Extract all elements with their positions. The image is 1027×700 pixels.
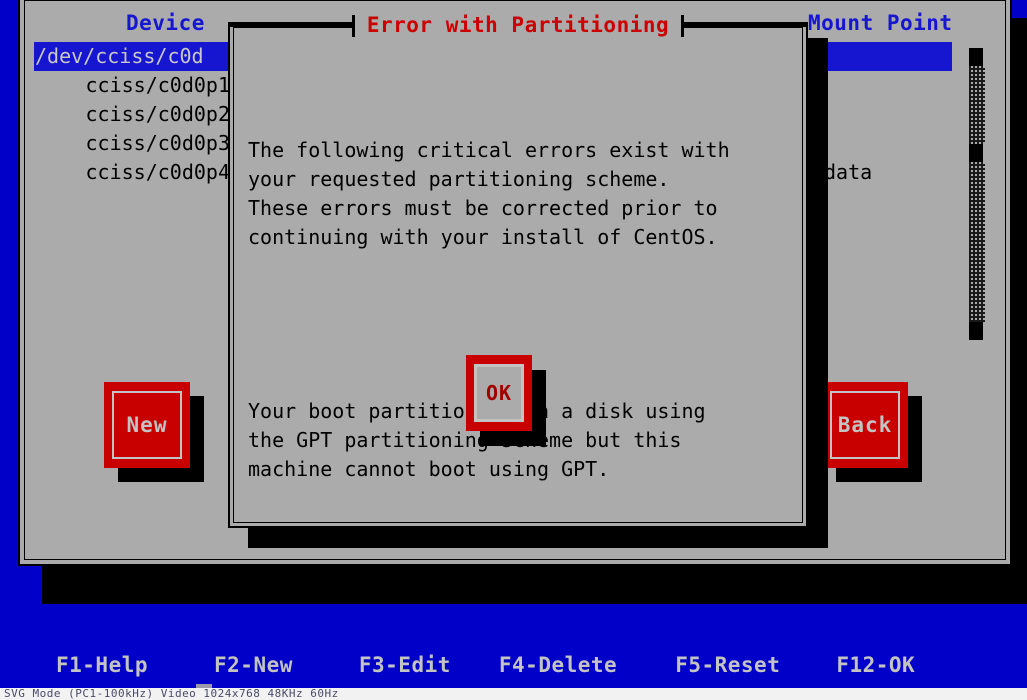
scroll-thumb-icon[interactable] — [969, 144, 983, 162]
back-button-frame: Back — [830, 391, 900, 459]
new-button-label: New — [126, 413, 168, 437]
titlebar-rule-left — [228, 14, 355, 37]
scrollbar-track-lower[interactable] — [969, 162, 985, 322]
device-list-item[interactable]: /dev/cciss/c0d — [34, 42, 232, 71]
error-dialog: The following critical errors exist with… — [228, 22, 808, 528]
monitor-osd-strip: SVG Mode (PC1-100kHz) Video 1024x768 48K… — [0, 688, 1027, 700]
monitor-osd-text: SVG Mode (PC1-100kHz) Video 1024x768 48K… — [4, 688, 339, 700]
error-dialog-body: The following critical errors exist with… — [248, 78, 788, 542]
fkey-f3-edit[interactable]: F3-Edit — [359, 653, 451, 677]
scroll-down-arrow-icon[interactable] — [969, 322, 983, 340]
mount-point-list[interactable]: data — [824, 42, 952, 187]
mount-point-list-item[interactable] — [824, 42, 952, 71]
fkey-f12-ok[interactable]: F12-OK — [836, 653, 915, 677]
titlebar-tick-right — [681, 14, 685, 37]
titlebar-tick-left — [351, 14, 355, 37]
partition-list-scrollbar[interactable] — [969, 48, 985, 360]
mount-point-list-item[interactable] — [824, 129, 952, 158]
device-list[interactable]: /dev/cciss/c0d cciss/c0d0p1 cciss/c0d0p2… — [34, 42, 232, 187]
new-button[interactable]: New — [104, 382, 190, 468]
main-window-shadow-right — [1012, 18, 1027, 574]
device-list-item[interactable]: cciss/c0d0p4 — [34, 158, 232, 187]
column-header-device: Device — [126, 11, 205, 35]
dialog-shadow-right — [808, 38, 828, 544]
fkey-f4-delete[interactable]: F4-Delete — [499, 653, 617, 677]
error-dialog-title: Error with Partitioning — [354, 13, 682, 37]
scrollbar-track-upper[interactable] — [969, 66, 985, 144]
back-button[interactable]: Back — [822, 382, 908, 468]
column-header-mount-point: Mount Point — [808, 11, 953, 35]
device-list-item[interactable]: cciss/c0d0p1 — [34, 71, 232, 100]
fkey-f1-help[interactable]: F1-Help — [56, 653, 148, 677]
ok-button[interactable]: OK — [466, 355, 532, 431]
new-button-frame: New — [112, 391, 182, 459]
mount-point-list-item[interactable]: data — [824, 158, 952, 187]
installer-screen: Device Mount Point /dev/cciss/c0d cciss/… — [0, 0, 1027, 700]
device-list-item[interactable]: cciss/c0d0p2 — [34, 100, 232, 129]
device-list-item[interactable]: cciss/c0d0p3 — [34, 129, 232, 158]
error-dialog-titlebar: Error with Partitioning — [228, 8, 809, 42]
ok-button-frame: OK — [474, 364, 524, 422]
fkey-f5-reset[interactable]: F5-Reset — [675, 653, 780, 677]
mount-point-list-item[interactable] — [824, 100, 952, 129]
main-window-shadow-bottom — [42, 566, 1027, 604]
ok-button-label: OK — [485, 381, 513, 405]
back-button-label: Back — [837, 413, 893, 437]
scroll-up-arrow-icon[interactable] — [969, 48, 983, 66]
error-paragraph-1: The following critical errors exist with… — [248, 138, 730, 249]
function-key-bar: F1-Help F2-New F3-Edit F4-Delete F5-Rese… — [0, 648, 1027, 682]
mount-point-list-item[interactable] — [824, 71, 952, 100]
titlebar-rule-right — [681, 14, 809, 37]
fkey-f2-new[interactable]: F2-New — [214, 653, 293, 677]
